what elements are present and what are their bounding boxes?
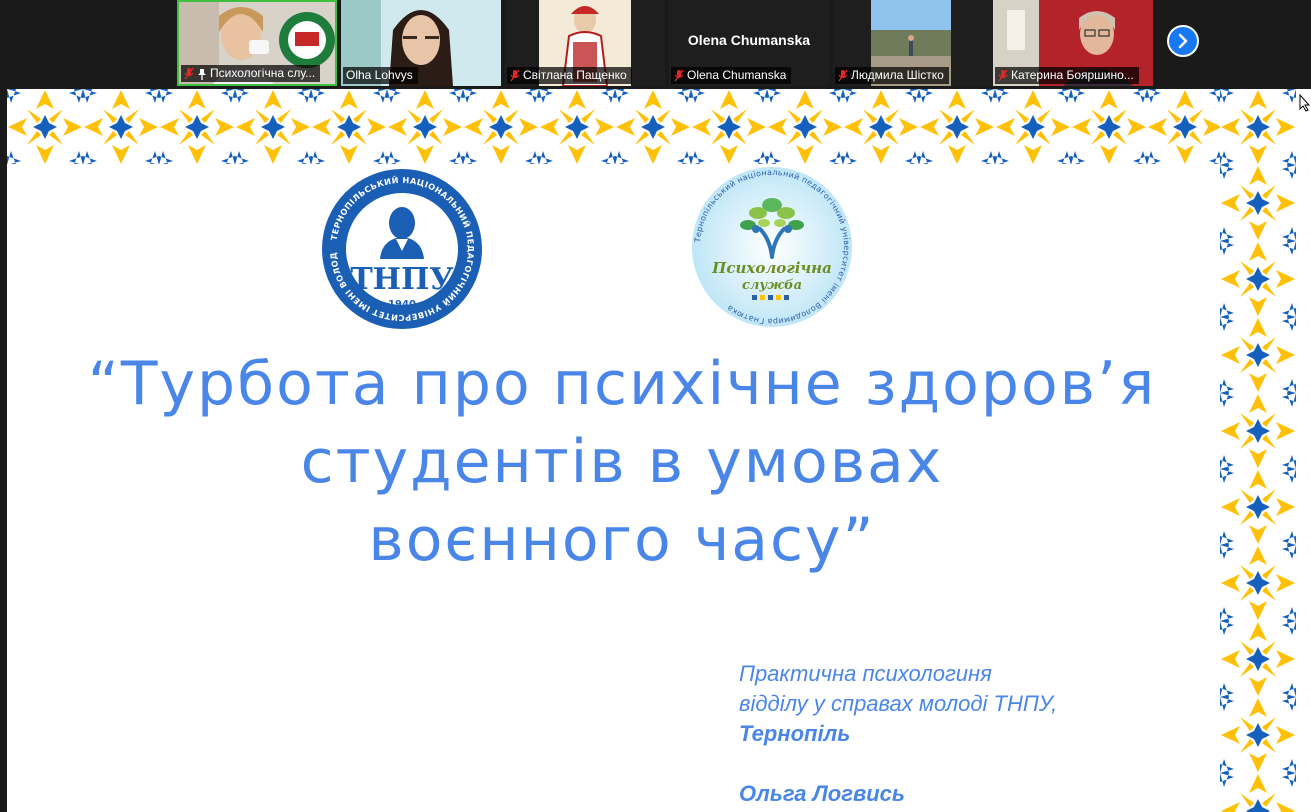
participant-tile-psych-service[interactable]: Психологічна слу... — [177, 0, 337, 86]
participant-tile-liudmyla-shistko[interactable]: Людмила Шістко — [833, 0, 993, 86]
participant-center-name: Olena Chumanska — [687, 32, 811, 48]
slide-title-line: “Турбота про психічне здоров’я — [87, 349, 1157, 419]
author-name-line: Ольга Логвись — [739, 781, 905, 806]
mic-muted-icon — [510, 69, 520, 82]
slide-title: “Турбота про психічне здоров’я студентів… — [7, 345, 1237, 579]
participant-name: Катерина Бояршино... — [1011, 68, 1134, 82]
participant-name: Olena Chumanska — [687, 68, 787, 82]
author-city-line: Тернопіль — [739, 721, 851, 746]
tnpu-logo-abbr: ТНПУ — [350, 262, 454, 297]
next-participants-button[interactable] — [1167, 25, 1199, 57]
mouse-cursor-icon — [1299, 94, 1311, 112]
participant-nameplate: Olena Chumanska — [671, 67, 792, 84]
participant-tile-svitlana-pashchenko[interactable]: Світлана Пащенко — [505, 0, 665, 86]
chevron-right-icon — [1178, 33, 1188, 49]
participant-name: Людмила Шістко — [851, 68, 944, 82]
mic-muted-icon — [838, 69, 848, 82]
author-role-line: Практична психологиня — [739, 661, 992, 686]
shared-slide: ТЕРНОПІЛЬСЬКИЙ НАЦІОНАЛЬНИЙ ПЕДАГОГІЧНИЙ… — [7, 89, 1311, 812]
participant-tile-kateryna-boiarshynova[interactable]: Катерина Бояршино... — [993, 0, 1153, 86]
participant-tile-olena-chumanska[interactable]: Olena Chumanska Olena Chumanska — [669, 0, 829, 86]
author-department-line: відділу у справах молоді ТНПУ, — [739, 691, 1058, 716]
slide-title-line: студентів в умовах — [300, 427, 944, 497]
participant-nameplate: Психологічна слу... — [181, 65, 321, 82]
tnpu-logo-year: 1940 — [388, 299, 416, 310]
author-blank-line — [739, 749, 1057, 779]
mic-muted-icon — [998, 69, 1008, 82]
participant-nameplate: Катерина Бояршино... — [995, 67, 1139, 84]
mic-muted-icon — [674, 69, 684, 82]
pin-icon — [198, 68, 206, 80]
psych-logo-line2: служба — [742, 278, 802, 293]
tnpu-logo: ТЕРНОПІЛЬСЬКИЙ НАЦІОНАЛЬНИЙ ПЕДАГОГІЧНИЙ… — [320, 167, 482, 329]
participant-nameplate: Людмила Шістко — [835, 67, 949, 84]
mic-muted-icon — [184, 67, 194, 80]
slide-title-line: воєнного часу” — [368, 505, 876, 575]
slide-author-block: Практична психологиня відділу у справах … — [739, 659, 1057, 809]
participant-nameplate: Світлана Пащенко — [507, 67, 632, 84]
participant-name: Olha Lohvys — [346, 68, 413, 82]
participant-nameplate: Olha Lohvys — [343, 67, 418, 84]
participant-strip: Психологічна слу... Olha Lohvys Світлана… — [0, 0, 1311, 89]
psych-logo-line1: Психологічна — [711, 259, 832, 277]
participant-name: Світлана Пащенко — [523, 68, 627, 82]
participant-name: Психологічна слу... — [210, 66, 316, 80]
psychological-service-logo: Тернопільський національний педагогічний… — [692, 167, 852, 327]
participant-tile-olha-lohvys[interactable]: Olha Lohvys — [341, 0, 501, 86]
ornament-border-top — [7, 89, 1220, 164]
